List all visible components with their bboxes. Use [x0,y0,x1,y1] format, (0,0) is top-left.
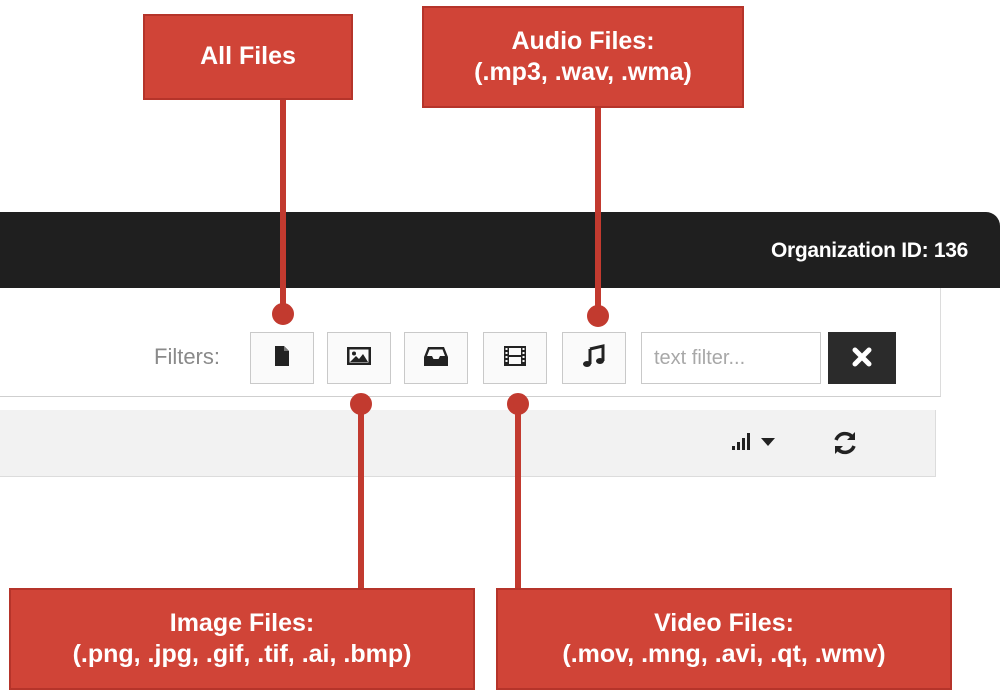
image-files-callout: Image Files: (.png, .jpg, .gif, .tif, .a… [9,588,475,690]
organization-id: Organization ID: 136 [770,239,968,262]
archive-files-filter-button[interactable] [404,332,468,384]
list-actions-bar [0,410,936,477]
all-files-callout-title: All Files [200,42,296,71]
file-icon [273,345,291,372]
audio-files-callout-title: Audio Files: [511,26,655,55]
text-filter-input[interactable] [641,332,821,384]
inbox-icon [423,345,449,372]
close-icon [852,347,872,370]
video-files-filter-button[interactable] [483,332,547,384]
film-icon [503,345,527,372]
image-files-callout-title: Image Files: [169,608,315,637]
clear-filter-button[interactable] [828,332,896,384]
video-files-callout-title: Video Files: [654,608,794,637]
refresh-button[interactable] [828,428,862,462]
sort-dropdown-toggle[interactable] [730,428,786,458]
video-files-callout-extensions: (.mov, .mng, .avi, .qt, .wmv) [562,640,886,668]
audio-files-callout-extensions: (.mp3, .wav, .wma) [474,58,692,86]
image-files-filter-button[interactable] [327,332,391,384]
picture-icon [346,346,372,371]
signal-bars-icon [730,430,756,457]
filters-label: Filters: [154,344,220,369]
music-note-icon [582,343,606,373]
audio-files-filter-button[interactable] [562,332,626,384]
caret-down-icon [760,434,776,452]
audio-files-callout: Audio Files: (.mp3, .wav, .wma) [422,6,744,108]
all-files-callout: All Files [143,14,353,100]
all-files-filter-button[interactable] [250,332,314,384]
top-navbar: Organization ID: 136 [0,212,1000,288]
refresh-icon [831,429,859,462]
video-files-callout: Video Files: (.mov, .mng, .avi, .qt, .wm… [496,588,952,690]
filter-toolbar: Filters: [0,288,941,397]
image-files-callout-extensions: (.png, .jpg, .gif, .tif, .ai, .bmp) [72,640,412,668]
